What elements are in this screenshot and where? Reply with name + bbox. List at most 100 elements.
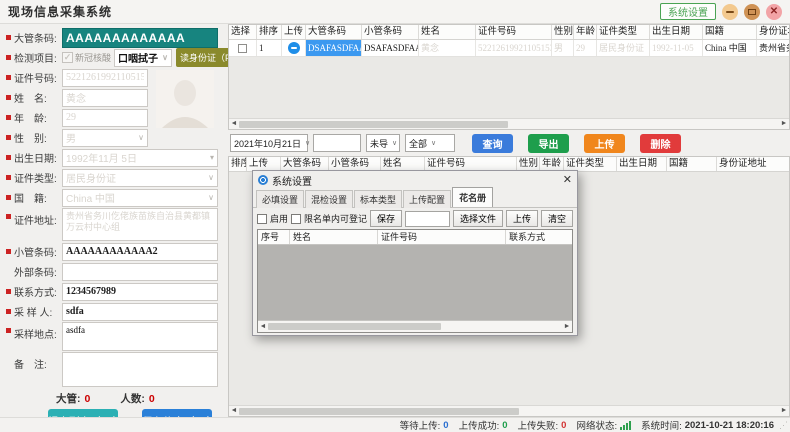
column-header-sort[interactable]: 排序 (257, 25, 282, 39)
query-button[interactable]: 查询 (472, 134, 513, 153)
column-header-birth[interactable]: 出生日期 (650, 25, 703, 39)
enable-checkbox-label: 启用 (270, 212, 288, 225)
table-row[interactable]: 1 DSAFASDFAAAS DSAFASDFAAAS1 黄念 52212619… (229, 40, 789, 57)
column-header-seq[interactable]: 序号 (258, 230, 290, 244)
column-header-name[interactable]: 姓名 (290, 230, 378, 244)
roster-table-hscrollbar[interactable]: ◄ ► (258, 320, 572, 332)
row-big-tube-cell[interactable]: DSAFASDFAAAS (306, 40, 362, 56)
scrollbar-thumb[interactable] (239, 408, 519, 415)
delete-button[interactable]: 删除 (640, 134, 681, 153)
big-tube-input[interactable] (62, 28, 218, 48)
dialog-close-icon[interactable]: ✕ (563, 175, 572, 186)
row-select-cell[interactable] (229, 40, 257, 56)
read-id-card-button[interactable]: 读身份证（F5） (176, 48, 228, 67)
column-header-upload[interactable]: 上传 (247, 157, 281, 171)
column-header-age[interactable]: 年龄 (540, 157, 564, 171)
resize-grip[interactable]: ⋰ (779, 421, 788, 430)
maximize-button[interactable] (744, 4, 760, 20)
choose-file-button[interactable]: 选择文件 (453, 210, 503, 227)
enable-checkbox[interactable] (257, 214, 267, 224)
sample-place-textarea[interactable]: asdfa (62, 322, 218, 351)
external-code-input[interactable] (62, 263, 218, 281)
file-path-input[interactable] (405, 211, 450, 227)
tab-required-settings[interactable]: 必填设置 (256, 190, 304, 208)
minimize-button[interactable] (722, 4, 738, 20)
history-table-hscrollbar[interactable]: ◄ ► (229, 405, 789, 416)
dialog-titlebar[interactable]: 系统设置 ✕ (253, 171, 577, 189)
scroll-left-icon[interactable]: ◄ (258, 322, 268, 332)
nationality-select[interactable]: China 中国 ∨ (62, 189, 218, 207)
export-filter-select[interactable]: 未导 ∨ (366, 134, 400, 152)
tab-roster[interactable]: 花名册 (452, 187, 493, 207)
small-tube-input[interactable] (62, 243, 218, 261)
id-number-input[interactable] (62, 69, 148, 87)
column-header-name[interactable]: 姓名 (419, 25, 476, 39)
tab-specimen-type[interactable]: 标本类型 (354, 190, 402, 208)
required-marker (6, 135, 11, 140)
pending-table-hscrollbar[interactable]: ◄ ► (229, 118, 789, 129)
name-input[interactable] (62, 89, 148, 107)
dialog-title: 系统设置 (272, 173, 312, 188)
column-header-nationality[interactable]: 国籍 (667, 157, 717, 171)
birth-date-picker[interactable]: 1992年11月 5日 ▾ (62, 149, 218, 167)
scroll-right-icon[interactable]: ► (562, 322, 572, 332)
tab-mixed-test-settings[interactable]: 混检设置 (305, 190, 353, 208)
tab-upload-config[interactable]: 上传配置 (403, 190, 451, 208)
column-header-select[interactable]: 选择 (229, 25, 257, 39)
row-birth-cell: 1992-11-05 (650, 40, 703, 56)
id-address-textarea[interactable]: 贵州省务川仡佬族苗族自治县黄都镇万云村中心组 (62, 208, 218, 241)
field-row-sampler: 采 样 人: (6, 302, 218, 321)
contact-input[interactable] (62, 283, 218, 301)
date-picker[interactable]: 2021年10月21日 ∨ (230, 134, 308, 152)
export-button[interactable]: 导出 (528, 134, 569, 153)
column-header-small-tube[interactable]: 小管条码 (329, 157, 381, 171)
column-header-upload[interactable]: 上传 (282, 25, 306, 39)
column-header-id-type[interactable]: 证件类型 (597, 25, 650, 39)
scope-filter-select[interactable]: 全部 ∨ (405, 134, 455, 152)
minimize-icon (726, 11, 734, 13)
sampler-input[interactable] (62, 303, 218, 321)
column-header-sort[interactable]: 排序 (229, 157, 247, 171)
column-header-id-number[interactable]: 证件号码 (476, 25, 552, 39)
system-settings-button[interactable]: 系统设置 (660, 3, 716, 20)
remark-textarea[interactable] (62, 352, 218, 387)
row-checkbox[interactable] (238, 44, 247, 53)
column-header-contact[interactable]: 联系方式 (506, 230, 572, 244)
date-value: 2021年10月21日 (234, 137, 301, 150)
column-header-birth[interactable]: 出生日期 (617, 157, 667, 171)
save-info-button[interactable]: 保存信息（F9） (142, 409, 212, 417)
gender-select[interactable]: 男 ∨ (62, 129, 148, 147)
age-input[interactable] (62, 109, 148, 127)
covid-test-checkbox[interactable]: ✓ (62, 52, 73, 63)
records-toolbar: 2021年10月21日 ∨ 未导 ∨ 全部 ∨ 查询 导出 上传 删除 (228, 130, 790, 156)
scroll-right-icon[interactable]: ► (779, 119, 789, 129)
roster-only-checkbox[interactable] (291, 214, 301, 224)
submit-list-button[interactable]: 提交列表（F7） (48, 409, 118, 417)
column-header-gender[interactable]: 性别 (517, 157, 540, 171)
column-header-address[interactable]: 身份证地址 (717, 157, 789, 171)
column-header-address[interactable]: 身份证地址 (757, 25, 789, 39)
dialog-upload-button[interactable]: 上传 (506, 210, 538, 227)
id-type-select[interactable]: 居民身份证 ∨ (62, 169, 218, 187)
search-input[interactable] (313, 134, 361, 152)
column-header-big-tube[interactable]: 大管条码 (281, 157, 329, 171)
column-header-id-type[interactable]: 证件类型 (564, 157, 617, 171)
scroll-left-icon[interactable]: ◄ (229, 119, 239, 129)
upload-button[interactable]: 上传 (584, 134, 625, 153)
column-header-id-number[interactable]: 证件号码 (378, 230, 506, 244)
scroll-right-icon[interactable]: ► (779, 406, 789, 416)
close-button[interactable]: ✕ (766, 4, 782, 20)
column-header-big-tube[interactable]: 大管条码 (306, 25, 362, 39)
column-header-age[interactable]: 年龄 (574, 25, 597, 39)
swab-type-select[interactable]: 口咽拭子 ∨ (114, 49, 172, 67)
column-header-name[interactable]: 姓名 (381, 157, 425, 171)
scroll-left-icon[interactable]: ◄ (229, 406, 239, 416)
column-header-id-number[interactable]: 证件号码 (425, 157, 517, 171)
dialog-clear-button[interactable]: 清空 (541, 210, 573, 227)
column-header-gender[interactable]: 性别 (552, 25, 574, 39)
column-header-nationality[interactable]: 国籍 (703, 25, 757, 39)
scrollbar-thumb[interactable] (239, 121, 508, 128)
dialog-save-button[interactable]: 保存 (370, 210, 402, 227)
column-header-small-tube[interactable]: 小管条码 (362, 25, 419, 39)
scrollbar-thumb[interactable] (268, 323, 441, 330)
